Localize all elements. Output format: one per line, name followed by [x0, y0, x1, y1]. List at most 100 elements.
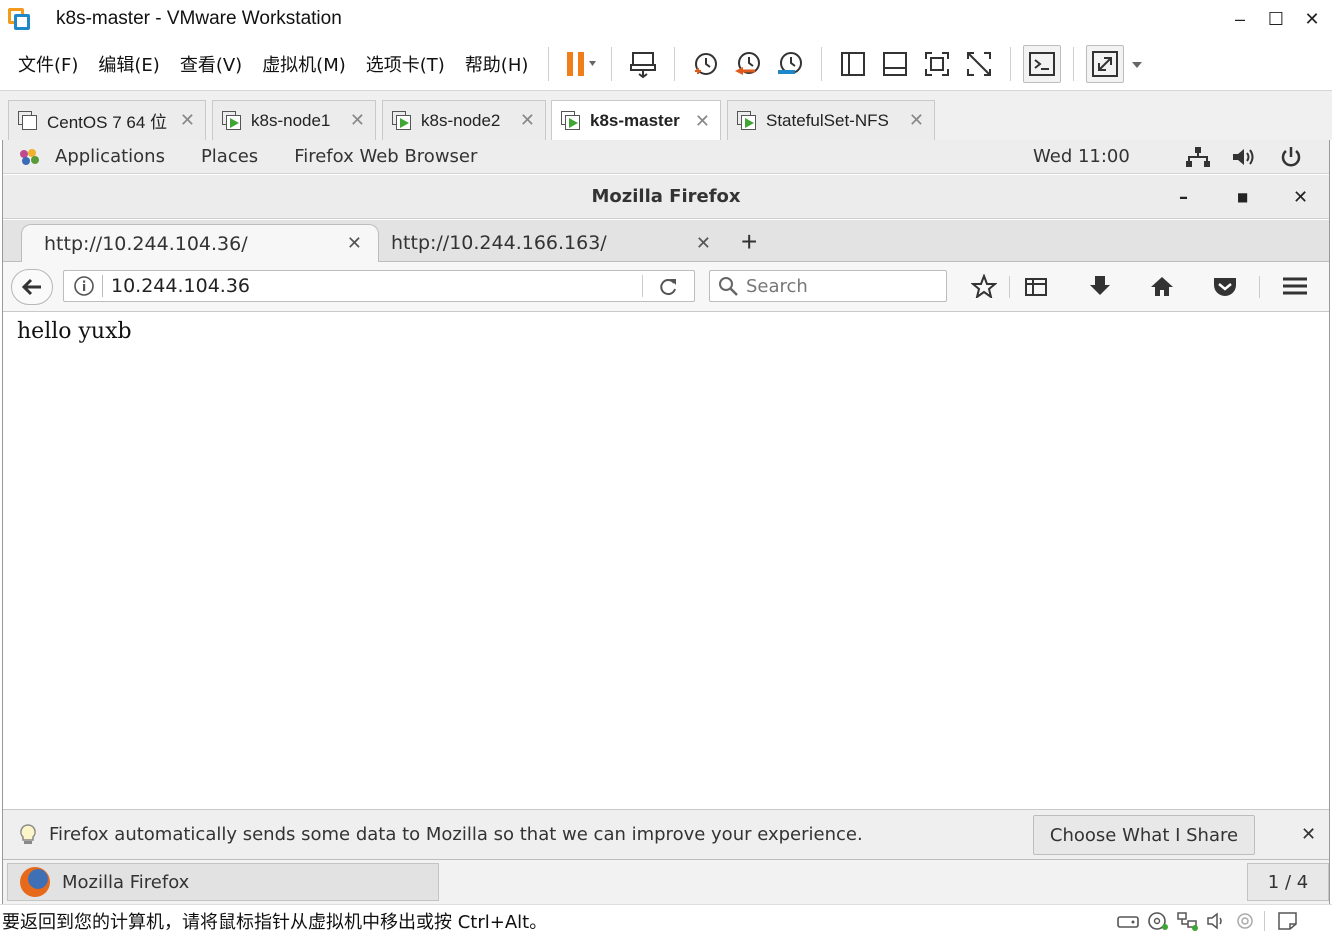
console-view-button[interactable]: [1023, 45, 1062, 83]
taskbar-item-label: Mozilla Firefox: [62, 871, 190, 893]
firefox-maximize-button[interactable]: ■: [1237, 190, 1248, 204]
show-thumbnail-bar-button[interactable]: [876, 45, 914, 83]
snapshot-revert-button[interactable]: [729, 45, 767, 83]
volume-icon[interactable]: [1231, 146, 1257, 168]
vm-running-icon: [221, 110, 243, 132]
guest-display[interactable]: Applications Places Firefox Web Browser …: [2, 140, 1330, 904]
choose-what-i-share-button[interactable]: Choose What I Share: [1033, 815, 1255, 855]
pocket-icon[interactable]: [1211, 274, 1239, 298]
power-icon[interactable]: [1279, 146, 1303, 168]
vm-tab-centos[interactable]: CentOS 7 64 位 ✕: [8, 100, 206, 140]
web-page-content[interactable]: hello yuxb: [3, 313, 1329, 809]
snapshot-icon: [695, 53, 718, 75]
show-library-button[interactable]: [834, 45, 872, 83]
close-icon[interactable]: ✕: [696, 233, 711, 254]
url-separator: [642, 275, 643, 297]
nav-separator: [1009, 276, 1010, 298]
send-ctrl-alt-del-button[interactable]: [624, 45, 662, 83]
network-icon[interactable]: [1185, 146, 1211, 168]
clock[interactable]: Wed 11:00: [1033, 146, 1130, 167]
pause-button[interactable]: [561, 45, 599, 83]
menu-view[interactable]: 查看(V): [170, 51, 252, 77]
vm-tab-label: k8s-node1: [251, 110, 331, 130]
snapshot-revert-icon: [735, 52, 761, 75]
close-icon[interactable]: ✕: [909, 110, 924, 131]
vm-tab-label: CentOS 7 64 位: [47, 113, 168, 132]
message-log-icon[interactable]: [1276, 911, 1300, 931]
snapshot-manager-icon: [778, 52, 803, 74]
places-menu[interactable]: Places: [201, 146, 258, 167]
maximize-button[interactable]: ☐: [1258, 0, 1294, 38]
unity-button[interactable]: [960, 45, 998, 83]
network-adapter-icon[interactable]: [1176, 911, 1200, 931]
vm-tab-statefulset-nfs[interactable]: StatefulSet-NFS ✕: [727, 100, 935, 140]
cd-dvd-icon[interactable]: [1146, 911, 1170, 931]
notification-close-button[interactable]: ✕: [1301, 824, 1316, 845]
applications-menu[interactable]: Applications: [55, 146, 165, 167]
firefox-tabstrip: http://10.244.104.36/ ✕ http://10.244.16…: [3, 220, 1329, 262]
vm-tab-k8s-node2[interactable]: k8s-node2 ✕: [382, 100, 546, 140]
menu-file[interactable]: 文件(F): [8, 51, 88, 77]
firefox-logo-icon: [20, 867, 50, 897]
vm-running-icon: [560, 110, 582, 132]
search-icon: [719, 277, 738, 296]
vm-tab-k8s-master[interactable]: k8s-master ✕: [551, 100, 721, 141]
search-placeholder: Search: [746, 275, 808, 297]
search-bar[interactable]: Search: [709, 270, 947, 302]
firefox-tab-label: http://10.244.166.163/: [391, 232, 607, 254]
usb-device-icon[interactable]: [1234, 911, 1258, 931]
url-text[interactable]: 10.244.104.36: [111, 275, 250, 297]
workspace-switcher[interactable]: 1 / 4: [1247, 863, 1329, 901]
firefox-close-button[interactable]: ✕: [1293, 187, 1308, 208]
toolbar-separator: [1010, 47, 1012, 81]
close-icon[interactable]: ✕: [350, 110, 365, 131]
hard-disk-icon[interactable]: [1116, 911, 1140, 931]
vm-tab-k8s-node1[interactable]: k8s-node1 ✕: [212, 100, 376, 140]
page-body-text: hello yuxb: [17, 319, 132, 344]
firefox-tab-2[interactable]: http://10.244.166.163/ ✕: [379, 224, 727, 262]
info-icon[interactable]: [72, 275, 98, 297]
chevron-down-icon[interactable]: [1130, 57, 1144, 71]
taskbar-item-firefox[interactable]: Mozilla Firefox: [7, 863, 439, 901]
sound-card-icon[interactable]: [1206, 911, 1230, 931]
reload-icon[interactable]: [658, 276, 680, 296]
close-icon[interactable]: ✕: [695, 111, 710, 132]
new-tab-button[interactable]: +: [741, 226, 757, 258]
home-icon[interactable]: [1149, 274, 1175, 298]
vm-tabbar: CentOS 7 64 位 ✕ k8s-node1 ✕ k8s-node2 ✕ …: [0, 90, 1332, 141]
close-icon[interactable]: ✕: [520, 110, 535, 131]
vmware-menubar: 文件(F) 编辑(E) 查看(V) 虚拟机(M) 选项卡(T) 帮助(H): [0, 38, 1332, 90]
full-screen-button[interactable]: [918, 45, 956, 83]
nav-separator: [1259, 276, 1260, 298]
vm-running-icon: [736, 110, 758, 132]
vm-off-icon: [17, 110, 39, 132]
status-separator: [1264, 911, 1265, 931]
menu-edit[interactable]: 编辑(E): [88, 51, 169, 77]
url-bar[interactable]: 10.244.104.36: [63, 270, 695, 302]
close-icon[interactable]: ✕: [347, 233, 362, 254]
menu-vm[interactable]: 虚拟机(M): [252, 51, 356, 77]
snapshot-take-button[interactable]: [687, 45, 725, 83]
bookmark-star-icon[interactable]: [971, 274, 997, 298]
reading-list-icon[interactable]: [1023, 274, 1049, 298]
close-icon[interactable]: ✕: [180, 110, 195, 131]
snapshot-manager-button[interactable]: [771, 45, 809, 83]
minimize-button[interactable]: –: [1222, 0, 1258, 38]
gnome-taskbar: Mozilla Firefox 1 / 4: [3, 859, 1329, 904]
menu-tabs[interactable]: 选项卡(T): [356, 51, 455, 77]
back-button[interactable]: [11, 269, 53, 305]
stretch-guest-button[interactable]: [1086, 45, 1125, 83]
notification-text: Firefox automatically sends some data to…: [49, 824, 863, 845]
hamburger-menu-icon[interactable]: [1281, 274, 1309, 298]
menu-help[interactable]: 帮助(H): [455, 51, 539, 77]
downloads-icon[interactable]: [1087, 274, 1113, 298]
vmware-statusbar: 要返回到您的计算机，请将鼠标指针从虚拟机中移出或按 Ctrl+Alt。: [0, 904, 1332, 936]
lightbulb-icon: [20, 823, 36, 844]
active-app-menu[interactable]: Firefox Web Browser: [294, 146, 477, 167]
toolbar-separator: [611, 47, 613, 81]
firefox-minimize-button[interactable]: –: [1179, 187, 1188, 208]
vmware-logo-icon: [6, 6, 32, 32]
close-button[interactable]: ✕: [1294, 0, 1330, 38]
firefox-tab-1[interactable]: http://10.244.104.36/ ✕: [21, 224, 379, 262]
vm-tab-label: k8s-master: [590, 111, 680, 130]
